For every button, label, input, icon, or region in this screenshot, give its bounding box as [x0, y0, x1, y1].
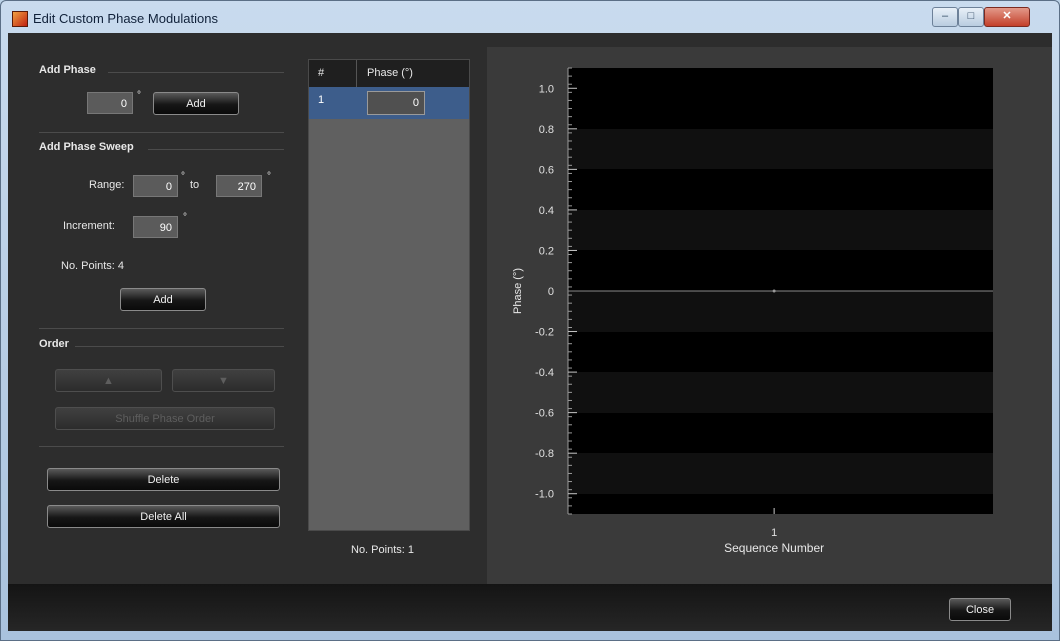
y-tick-label: -1.0	[535, 489, 554, 501]
phase-table: # Phase (°) 1 0	[308, 59, 470, 531]
close-window-button[interactable]: ✕	[984, 7, 1030, 27]
minimize-button[interactable]: –	[932, 7, 958, 27]
phase-chart: 1.0 0.8 0.6 0.4 0.2 0 -0.2 -0.4 -0.6 -0.8 -1.0 1 Seq…	[487, 47, 1052, 587]
degree-unit: °	[137, 90, 141, 101]
add-phase-header: Add Phase	[39, 64, 96, 76]
dialog-window: Edit Custom Phase Modulations – □ ✕ Add …	[0, 0, 1060, 641]
sweep-point-count: No. Points: 4	[61, 260, 124, 272]
column-header-phase[interactable]: Phase (°)	[357, 60, 469, 87]
y-tick-label: 0.2	[539, 245, 554, 257]
x-axis-label: Sequence Number	[724, 541, 824, 555]
bottom-bar: Close	[8, 584, 1052, 631]
to-label: to	[190, 179, 200, 191]
degree-unit: °	[181, 171, 185, 182]
chart-svg: 1.0 0.8 0.6 0.4 0.2 0 -0.2 -0.4 -0.6 -0.8 -1.0 1 Seq…	[512, 67, 993, 555]
divider	[39, 328, 284, 329]
increment-label: Increment:	[63, 220, 115, 232]
close-button[interactable]: Close	[949, 598, 1011, 621]
move-up-button[interactable]: ▲	[55, 369, 162, 392]
divider	[39, 132, 284, 133]
x-tick-label: 1	[771, 527, 777, 539]
arrow-up-icon: ▲	[103, 375, 114, 387]
divider	[108, 72, 284, 73]
y-tick-label: -0.8	[535, 448, 554, 460]
app-icon	[12, 11, 28, 27]
delete-button[interactable]: Delete	[47, 468, 280, 491]
y-tick-label: -0.4	[535, 367, 554, 379]
dialog-body: Add Phase 0 ° Add Add Phase Sweep Range:…	[8, 33, 1052, 631]
divider	[148, 149, 284, 150]
range-label: Range:	[89, 179, 125, 191]
add-sweep-button[interactable]: Add	[120, 288, 206, 311]
y-axis-label: Phase (°)	[512, 268, 524, 314]
increment-input[interactable]: 90	[133, 216, 178, 238]
row-phase-input[interactable]: 0	[367, 91, 425, 115]
range-start-input[interactable]: 0	[133, 175, 178, 197]
table-point-count: No. Points: 1	[351, 544, 414, 556]
y-tick-label: 1.0	[539, 83, 554, 95]
row-index: 1	[318, 94, 325, 106]
maximize-button[interactable]: □	[958, 7, 984, 27]
window-title: Edit Custom Phase Modulations	[33, 11, 218, 26]
y-tick-label: 0	[548, 286, 554, 298]
degree-unit: °	[183, 212, 187, 223]
y-tick-label: 0.4	[539, 205, 554, 217]
y-tick-label: 0.8	[539, 124, 554, 136]
add-phase-button[interactable]: Add	[153, 92, 239, 115]
degree-unit: °	[267, 171, 271, 182]
phase-input[interactable]: 0	[87, 92, 133, 114]
divider	[39, 446, 284, 447]
y-tick-label: 0.6	[539, 164, 554, 176]
range-end-input[interactable]: 270	[216, 175, 262, 197]
y-tick-label: -0.2	[535, 327, 554, 339]
delete-all-button[interactable]: Delete All	[47, 505, 280, 528]
data-point	[772, 289, 776, 293]
table-row[interactable]: 1 0	[309, 87, 469, 119]
shuffle-phase-order-button[interactable]: Shuffle Phase Order	[55, 407, 275, 430]
divider	[75, 346, 284, 347]
add-phase-sweep-header: Add Phase Sweep	[39, 141, 134, 153]
column-header-index[interactable]: #	[309, 60, 357, 87]
title-bar[interactable]: Edit Custom Phase Modulations – □ ✕	[1, 1, 1059, 33]
order-header: Order	[39, 338, 69, 350]
y-tick-label: -0.6	[535, 408, 554, 420]
arrow-down-icon: ▼	[218, 375, 229, 387]
move-down-button[interactable]: ▼	[172, 369, 275, 392]
